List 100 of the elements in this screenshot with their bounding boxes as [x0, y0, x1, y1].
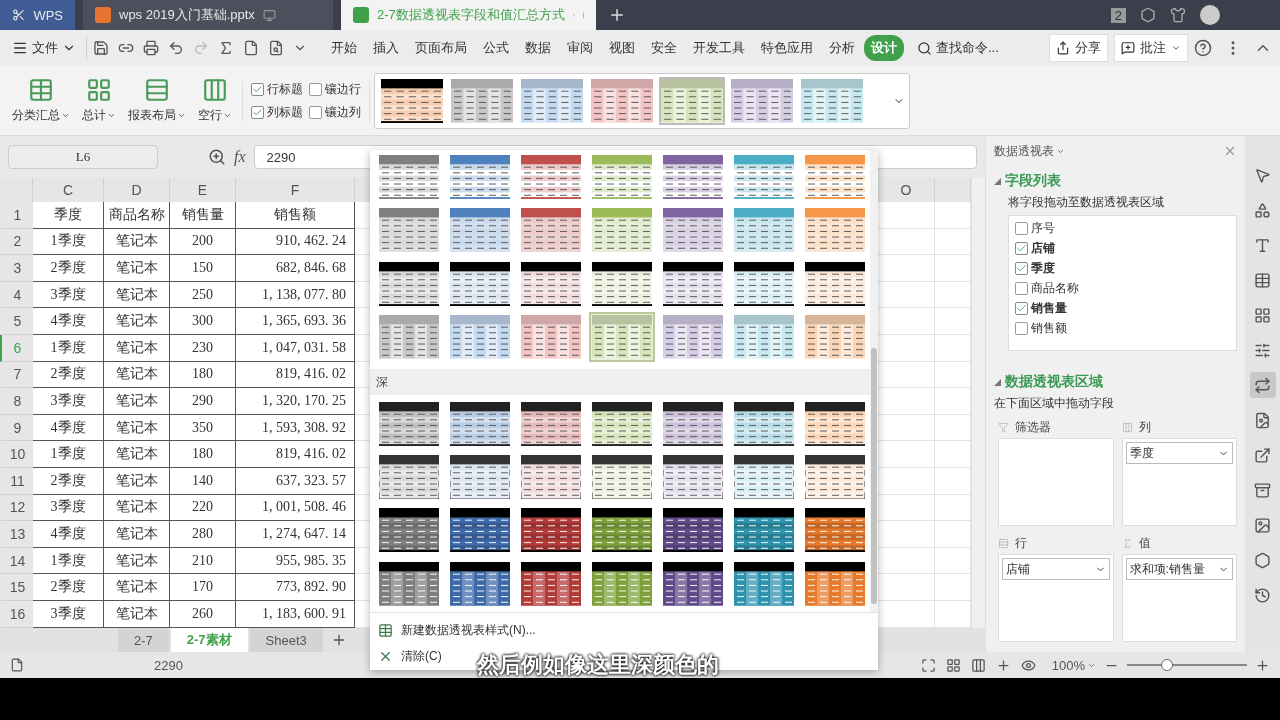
- table-style-thumbnail[interactable]: [376, 152, 442, 202]
- row-number[interactable]: 7: [0, 361, 33, 389]
- checkbox[interactable]: [251, 82, 264, 96]
- sheet-tab[interactable]: 2-7: [118, 628, 169, 652]
- column-header[interactable]: C: [33, 178, 104, 202]
- menu-icon[interactable]: [12, 40, 28, 56]
- pivot-icon[interactable]: [1249, 372, 1276, 398]
- column-header[interactable]: F: [236, 178, 355, 202]
- checkbox[interactable]: [309, 105, 322, 119]
- zoom-level[interactable]: 100%: [1051, 657, 1085, 673]
- crosshair-icon[interactable]: [995, 657, 1011, 673]
- fullscreen-icon[interactable]: [920, 657, 936, 673]
- drop-zone[interactable]: 季度: [1121, 438, 1237, 526]
- table-style-thumbnail[interactable]: [589, 76, 655, 125]
- table-style-thumbnail[interactable]: [379, 76, 445, 125]
- menu-tab[interactable]: 开始: [324, 35, 364, 61]
- row-number[interactable]: 2: [0, 228, 33, 256]
- menu-tab[interactable]: 审阅: [560, 35, 600, 61]
- vertical-scrollbar[interactable]: [971, 178, 985, 628]
- table-style-thumbnail[interactable]: [660, 152, 726, 202]
- save-icon[interactable]: [93, 40, 109, 56]
- menu-tab[interactable]: 分析: [822, 35, 862, 61]
- dropdown-scrollbar[interactable]: [870, 150, 878, 612]
- row-number[interactable]: 8: [0, 388, 33, 415]
- field-label[interactable]: 季度: [1031, 260, 1055, 277]
- row-number[interactable]: 4: [0, 281, 33, 309]
- normal-view-icon[interactable]: [945, 657, 961, 673]
- drop-zone[interactable]: 求和项:销售量: [1121, 554, 1237, 642]
- column-header[interactable]: E: [170, 178, 236, 202]
- menu-tab[interactable]: 视图: [602, 35, 642, 61]
- menu-tab[interactable]: 页面布局: [408, 35, 474, 61]
- field-label[interactable]: 序号: [1031, 220, 1055, 237]
- menu-tab[interactable]: 插入: [366, 35, 406, 61]
- eye-icon[interactable]: [1020, 657, 1036, 673]
- zoom-in-icon[interactable]: [1255, 657, 1270, 673]
- checkbox[interactable]: [1015, 302, 1028, 315]
- table-style-thumbnail[interactable]: [729, 76, 795, 125]
- checkbox[interactable]: [1015, 222, 1028, 235]
- checkbox[interactable]: [1015, 242, 1028, 255]
- option-label[interactable]: 行标题: [267, 80, 303, 98]
- document-tab[interactable]: WPS: [0, 0, 75, 30]
- table-style-thumbnail[interactable]: [519, 76, 585, 125]
- sheet-tab[interactable]: Sheet3: [249, 628, 323, 652]
- menu-tab[interactable]: 数据: [518, 35, 558, 61]
- menu-tab[interactable]: 公式: [476, 35, 516, 61]
- row-number[interactable]: 12: [0, 494, 33, 522]
- row-number[interactable]: 13: [0, 521, 33, 548]
- column-header[interactable]: D: [104, 178, 170, 202]
- print-icon[interactable]: [143, 40, 159, 56]
- field-label[interactable]: 商品名称: [1031, 280, 1079, 297]
- table-style-thumbnail[interactable]: [447, 152, 513, 202]
- help-icon[interactable]: [1194, 39, 1212, 57]
- drop-zone[interactable]: 店铺: [998, 554, 1114, 642]
- ribbon-button[interactable]: 分类汇总: [6, 77, 76, 124]
- shirt-icon[interactable]: [1170, 7, 1186, 23]
- table-style-thumbnail[interactable]: [449, 76, 515, 125]
- file-menu[interactable]: 文件: [32, 39, 58, 57]
- field-label[interactable]: 销售额: [1031, 320, 1067, 337]
- option-label[interactable]: 列标题: [267, 103, 303, 121]
- slider-thumb[interactable]: [1160, 659, 1173, 671]
- avatar[interactable]: [1200, 5, 1220, 25]
- table-style-thumbnail[interactable]: [589, 152, 655, 202]
- row-number[interactable]: 9: [0, 414, 33, 442]
- panel-title[interactable]: 数据透视表: [994, 142, 1054, 160]
- checkbox[interactable]: [251, 105, 264, 119]
- document-tab[interactable]: wps 2019入门基础.pptx: [83, 0, 333, 30]
- status-icon[interactable]: [10, 658, 24, 672]
- dropdown-menu-item[interactable]: 清除(C): [370, 643, 450, 669]
- table-style-thumbnail[interactable]: [802, 152, 868, 202]
- window-count[interactable]: 2: [1110, 7, 1126, 23]
- field-label[interactable]: 店铺: [1031, 240, 1055, 257]
- checkbox[interactable]: [309, 82, 322, 96]
- row-number[interactable]: 10: [0, 441, 33, 468]
- command-search[interactable]: 查找命令...: [936, 39, 999, 57]
- row-number[interactable]: 14: [0, 547, 33, 575]
- ribbon-button[interactable]: 报表布局: [122, 77, 192, 124]
- row-number[interactable]: 15: [0, 574, 33, 601]
- option-label[interactable]: 镶边行: [325, 80, 361, 98]
- zone-field-dropdown[interactable]: 店铺: [1002, 558, 1110, 580]
- table-style-thumbnail[interactable]: [518, 152, 584, 202]
- search-icon[interactable]: [917, 40, 932, 56]
- row-number[interactable]: 3: [0, 255, 33, 282]
- sum-icon[interactable]: [218, 40, 234, 56]
- function-label[interactable]: fx: [234, 148, 246, 166]
- row-number[interactable]: 16: [0, 600, 33, 628]
- undo-icon[interactable]: [168, 40, 184, 56]
- field-label[interactable]: 销售量: [1031, 300, 1067, 317]
- zone-field-dropdown[interactable]: 求和项:销售量: [1125, 558, 1233, 580]
- hexagon-icon[interactable]: [1140, 7, 1156, 23]
- preview-icon[interactable]: [268, 40, 284, 56]
- page-break-icon[interactable]: [970, 657, 986, 673]
- ribbon-button[interactable]: 空行: [192, 77, 238, 124]
- menu-tab[interactable]: 特色应用: [754, 35, 820, 61]
- option-label[interactable]: 镶边列: [325, 103, 361, 121]
- ribbon-button[interactable]: 总计: [76, 77, 122, 124]
- dropdown-menu-item[interactable]: 新建数据透视表样式(N)...: [370, 617, 544, 643]
- row-number[interactable]: 1: [0, 202, 33, 229]
- table-style-thumbnail[interactable]: [799, 76, 865, 125]
- checkbox[interactable]: [1015, 322, 1028, 335]
- share-button[interactable]: 分享: [1049, 34, 1108, 62]
